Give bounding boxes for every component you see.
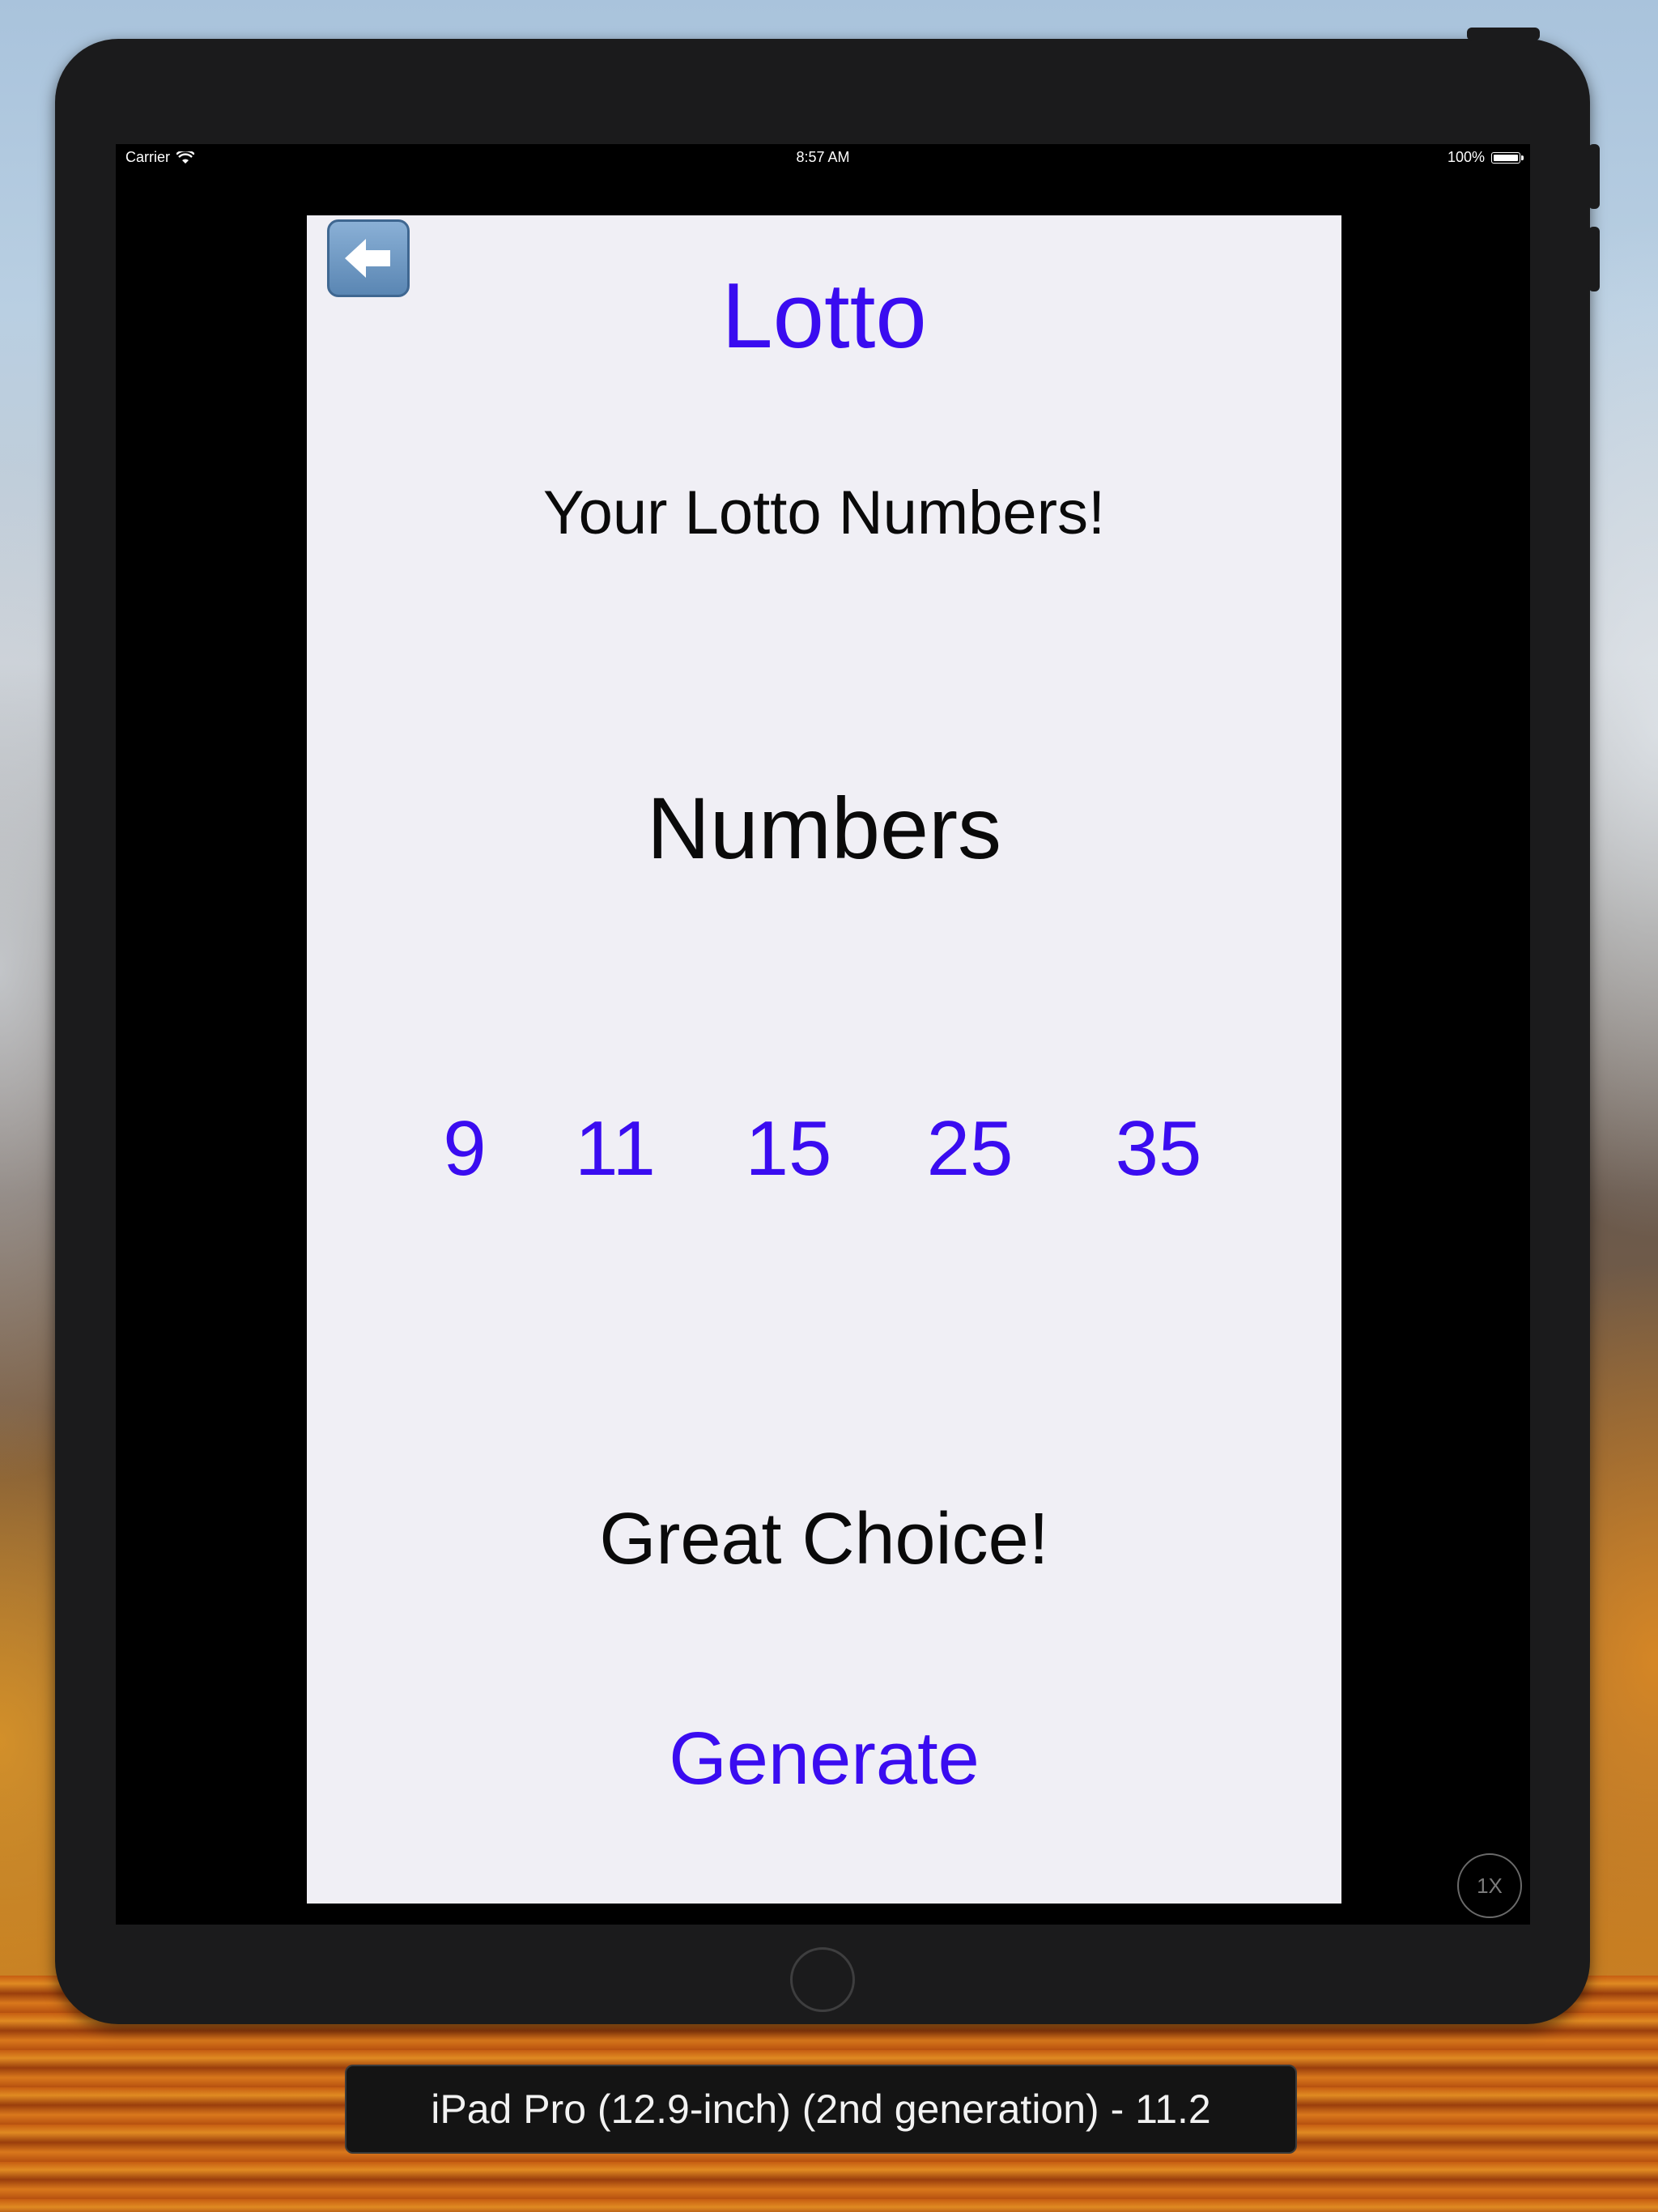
battery-icon <box>1491 151 1524 164</box>
device-volume-down-button <box>1588 227 1600 291</box>
lotto-number-3: 15 <box>745 1105 832 1192</box>
home-button[interactable] <box>790 1947 855 2012</box>
result-message: Great Choice! <box>599 1499 1049 1580</box>
lotto-number-1: 9 <box>443 1105 487 1192</box>
generate-button[interactable]: Generate <box>307 1721 1341 1796</box>
status-bar-right: 100% <box>1447 149 1524 166</box>
lotto-app-view: Lotto Your Lotto Numbers! Numbers 9 11 1… <box>307 215 1341 1904</box>
status-time: 8:57 AM <box>796 149 850 165</box>
status-bar: Carrier 8:57 AM 100% <box>116 144 1530 170</box>
lotto-number-5: 35 <box>1115 1105 1202 1192</box>
subtitle-label: Your Lotto Numbers! <box>542 479 1106 547</box>
simulator-device-label: iPad Pro (12.9-inch) (2nd generation) - … <box>345 2065 1297 2154</box>
zoom-level-badge: 1X <box>1457 1853 1522 1918</box>
numbers-heading: Numbers <box>646 779 1002 877</box>
app-title: Lotto <box>721 265 927 368</box>
device-top-button <box>1467 28 1540 40</box>
lotto-number-4: 25 <box>926 1105 1014 1192</box>
device-volume-up-button <box>1588 144 1600 209</box>
ipad-simulator-device: Carrier 8:57 AM 100% Lotto Your Lotto Nu… <box>55 28 1600 2024</box>
device-screen: Carrier 8:57 AM 100% Lotto Your Lotto Nu… <box>116 144 1530 1925</box>
lotto-number-2: 11 <box>575 1105 656 1192</box>
battery-percent: 100% <box>1447 149 1485 165</box>
